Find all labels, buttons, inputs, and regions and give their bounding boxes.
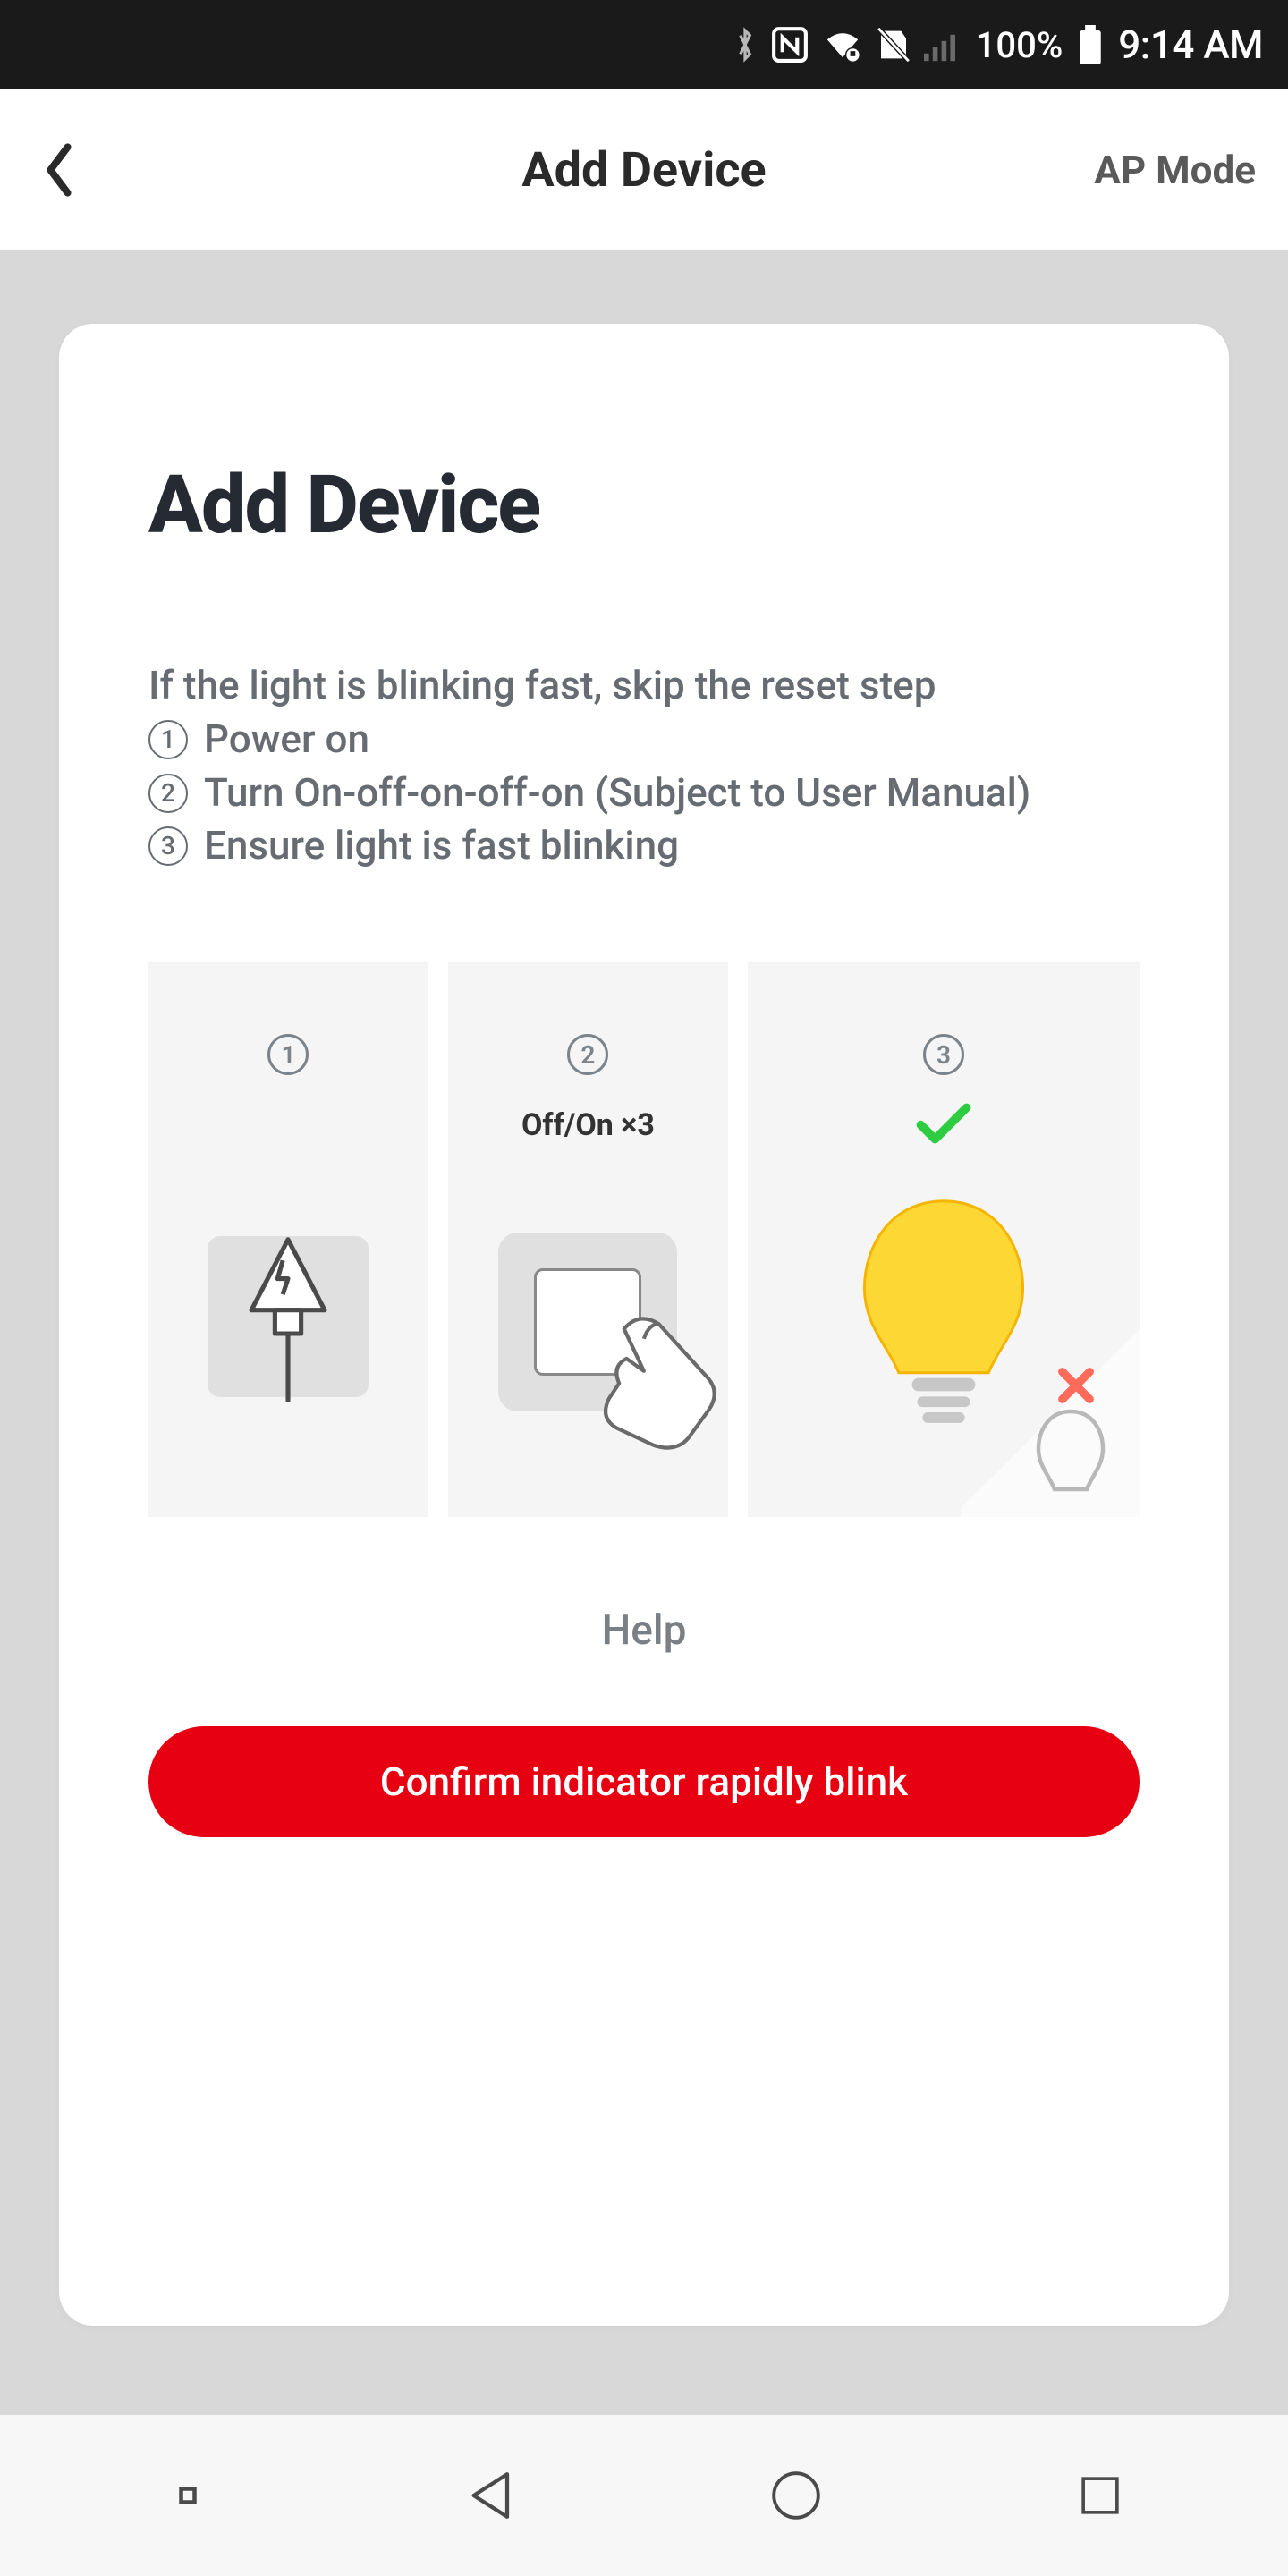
bluetooth-icon <box>733 26 758 64</box>
nav-back-icon <box>462 2465 522 2526</box>
illustration-panels: 1 2 Off/On ×3 <box>148 962 1140 1517</box>
add-device-card: Add Device If the light is blinking fast… <box>59 324 1229 2326</box>
nav-recent-button[interactable] <box>1011 2470 1190 2521</box>
step-1-number: 1 <box>148 720 188 759</box>
card-title: Add Device <box>148 458 1140 552</box>
wall-switch-icon <box>498 1233 677 1411</box>
no-sim-icon <box>876 26 911 64</box>
step-3-number: 3 <box>148 826 188 866</box>
lightbulb-off-icon <box>1030 1406 1111 1517</box>
nav-back-button[interactable] <box>402 2465 581 2526</box>
help-link[interactable]: Help <box>148 1606 1140 1655</box>
nav-recent-small[interactable] <box>98 2485 277 2506</box>
panel-2-subtitle: Off/On ×3 <box>521 1107 655 1143</box>
step-1-text: Power on <box>204 713 369 767</box>
system-nav-bar <box>0 2415 1288 2576</box>
nav-home-button[interactable] <box>707 2468 886 2523</box>
content-area: Add Device If the light is blinking fast… <box>0 250 1288 2415</box>
plug-outlet-icon <box>208 1236 369 1397</box>
battery-percent: 100% <box>976 24 1063 66</box>
app-header: Add Device AP Mode <box>0 89 1288 250</box>
step-3-text: Ensure light is fast blinking <box>204 819 679 873</box>
status-icons-group <box>733 25 962 64</box>
instructions-intro: If the light is blinking fast, skip the … <box>148 659 1140 713</box>
panel-3-badge: 3 <box>923 1034 964 1075</box>
nav-home-icon <box>768 2468 824 2523</box>
instructions-text: If the light is blinking fast, skip the … <box>148 659 1140 873</box>
system-status-bar: 100% 9:14 AM <box>0 0 1288 89</box>
x-mark-icon <box>1055 1365 1097 1410</box>
checkmark-icon <box>915 1102 972 1148</box>
page-title: Add Device <box>521 142 766 199</box>
battery-icon <box>1077 25 1104 64</box>
chevron-left-icon <box>41 141 77 199</box>
step-2-number: 2 <box>148 774 188 813</box>
back-button[interactable] <box>32 143 86 197</box>
signal-icon <box>924 28 962 62</box>
confirm-button[interactable]: Confirm indicator rapidly blink <box>148 1726 1140 1837</box>
nfc-icon <box>770 25 809 64</box>
wifi-icon <box>822 27 863 63</box>
panel-1-power-on: 1 <box>148 962 428 1517</box>
nav-recent-icon <box>1074 2470 1126 2521</box>
clock-time: 9:14 AM <box>1118 21 1263 68</box>
panel-1-badge: 1 <box>267 1034 309 1075</box>
panel-2-badge: 2 <box>567 1034 608 1075</box>
hand-pointer-icon <box>588 1304 727 1465</box>
panel-3-blinking: 3 <box>748 962 1140 1517</box>
step-2-text: Turn On-off-on-off-on (Subject to User M… <box>204 767 1030 820</box>
panel-2-toggle: 2 Off/On ×3 <box>448 962 728 1517</box>
ap-mode-button[interactable]: AP Mode <box>1094 147 1256 193</box>
